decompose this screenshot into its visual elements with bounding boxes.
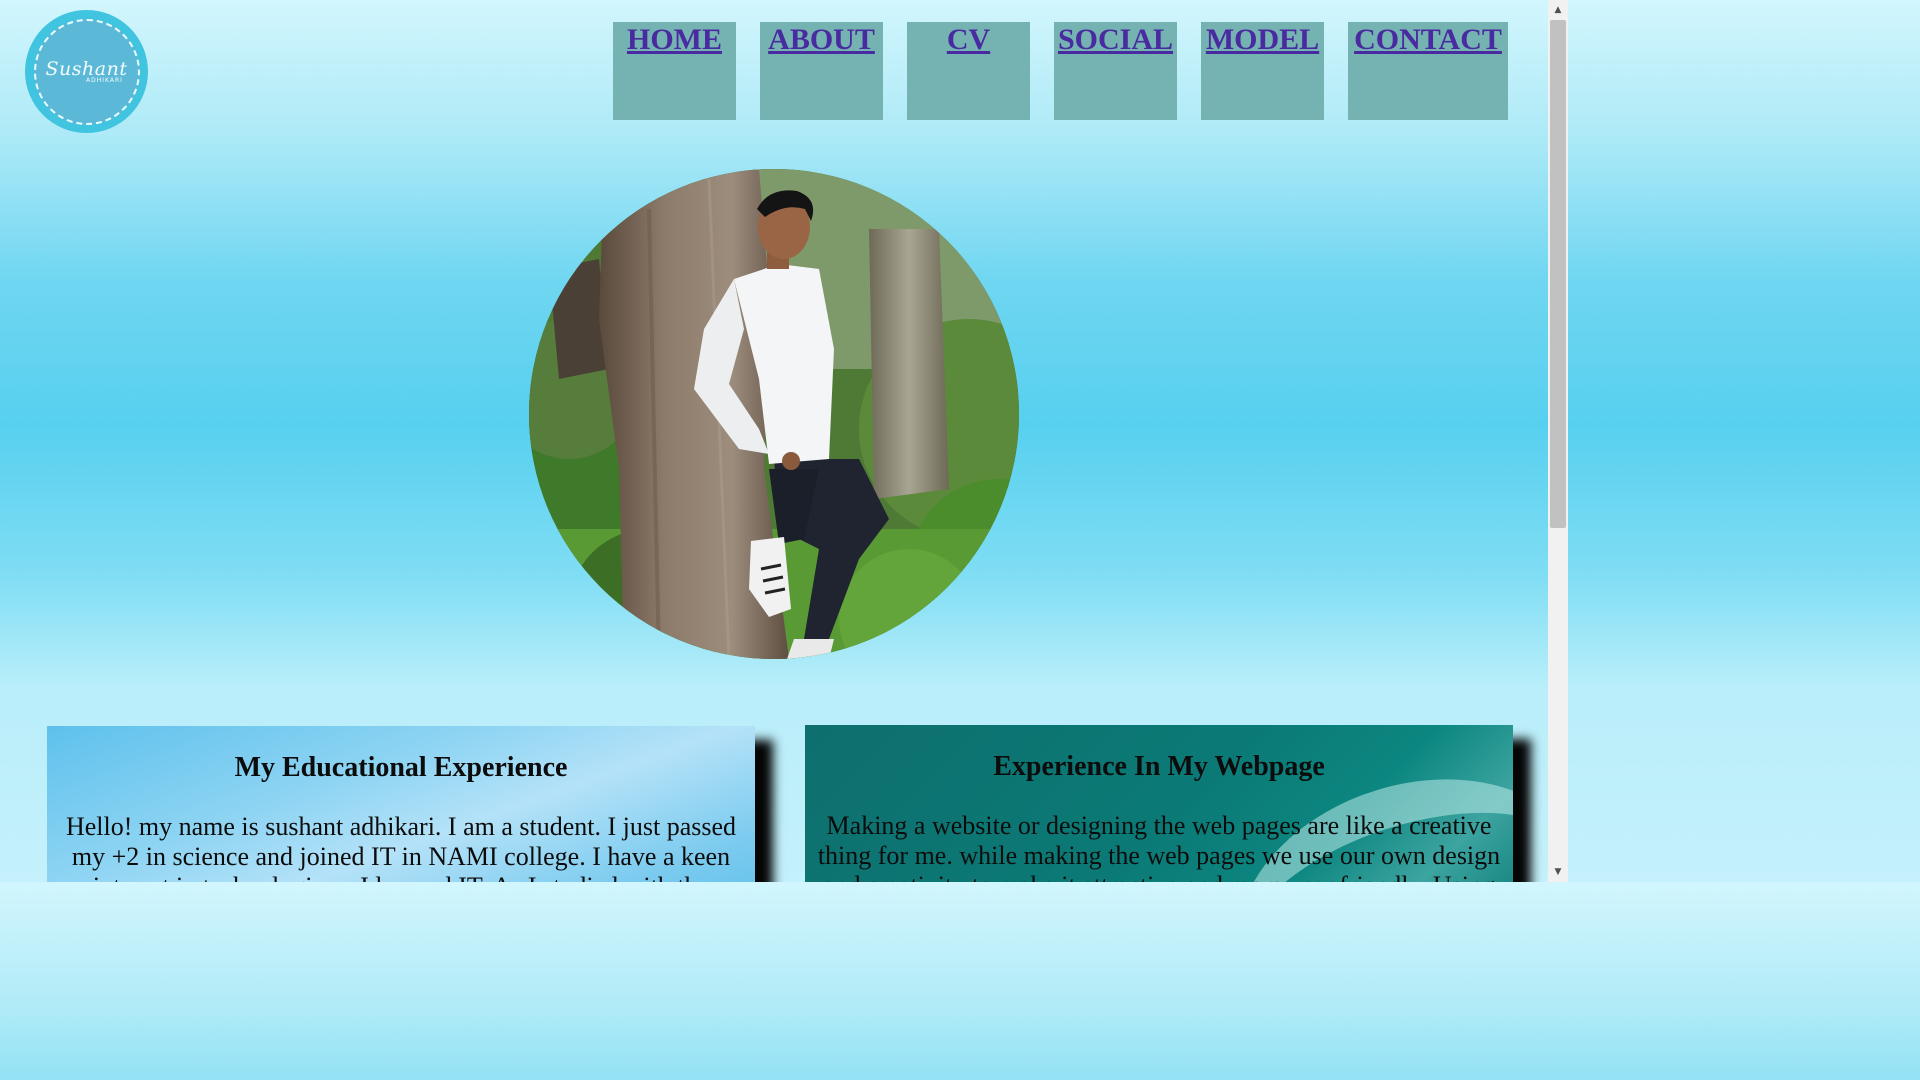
nav-item-social: SOCIAL (1054, 22, 1177, 120)
logo-badge: Sushant ADHIKARI (33, 18, 140, 125)
nav-link-social[interactable]: SOCIAL (1058, 23, 1173, 56)
card-text: Hello! my name is sushant adhikari. I am… (65, 812, 737, 882)
card-text: Making a website or designing the web pa… (817, 811, 1501, 882)
nav-item-home: HOME (613, 22, 736, 120)
hero-profile-photo (529, 169, 1019, 659)
vertical-scrollbar[interactable]: ▲ ▼ (1548, 0, 1568, 882)
nav-item-model: MODEL (1201, 22, 1324, 120)
scroll-down-arrow-icon[interactable]: ▼ (1548, 862, 1568, 882)
logo-script-text: Sushant (45, 58, 128, 80)
nav-link-model[interactable]: MODEL (1206, 23, 1319, 56)
nav-link-home[interactable]: HOME (627, 23, 722, 56)
logo-small-text: ADHIKARI (86, 77, 123, 84)
nav-link-contact[interactable]: CONTACT (1354, 23, 1502, 56)
profile-photo-illustration (529, 169, 1019, 659)
card-title: My Educational Experience (234, 752, 568, 783)
card-educational-experience: My Educational Experience Hello! my name… (47, 726, 755, 882)
card-title: Experience In My Webpage (993, 751, 1325, 782)
nav-link-about[interactable]: ABOUT (768, 23, 875, 56)
nav-item-contact: CONTACT (1348, 22, 1508, 120)
card-webpage-experience: Experience In My Webpage Making a websit… (805, 725, 1513, 882)
nav-link-cv[interactable]: CV (947, 23, 990, 56)
scroll-up-arrow-icon[interactable]: ▲ (1548, 0, 1568, 20)
page: Sushant ADHIKARI HOME ABOUT CV SOCIAL MO… (0, 0, 1548, 882)
scrollbar-thumb[interactable] (1550, 20, 1566, 528)
nav-item-cv: CV (907, 22, 1030, 120)
nav-item-about: ABOUT (760, 22, 883, 120)
site-logo[interactable]: Sushant ADHIKARI (25, 10, 148, 133)
